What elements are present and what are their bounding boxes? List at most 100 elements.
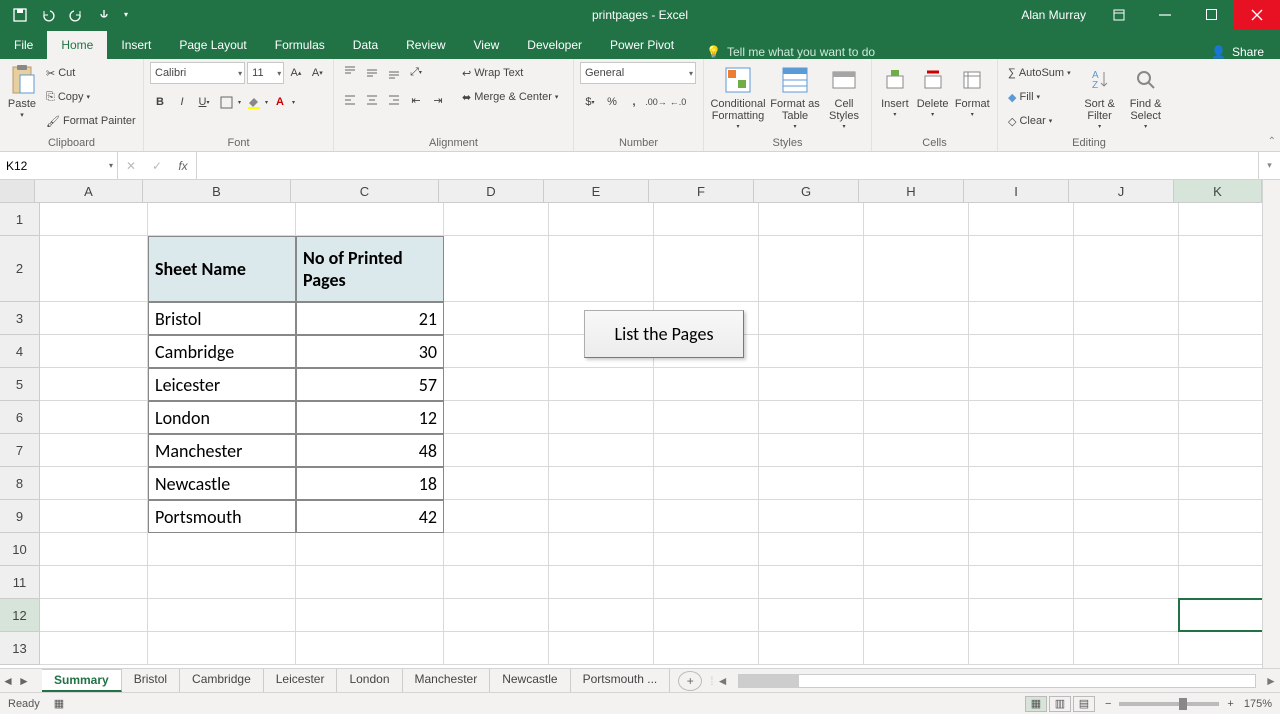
cell-pages-4[interactable]: 48 [296,434,444,467]
copy-button[interactable]: ⎘Copy▾ [42,86,140,108]
clear-button[interactable]: ◇Clear▾ [1004,110,1075,132]
row-header-7[interactable]: 7 [0,434,40,467]
paste-button[interactable]: Paste▾ [6,62,38,120]
increase-decimal-icon[interactable]: .00→ [646,92,666,112]
conditional-formatting-button[interactable]: Conditional Formatting▾ [710,62,766,131]
tab-data[interactable]: Data [339,31,392,59]
redo-icon[interactable] [64,3,88,27]
name-box[interactable]: K12▾ [0,152,118,179]
align-middle-icon[interactable] [362,62,382,82]
row-header-10[interactable]: 10 [0,533,40,566]
row-header-2[interactable]: 2 [0,236,40,302]
align-top-icon[interactable] [340,62,360,82]
page-layout-view-icon[interactable]: ▥ [1049,696,1071,712]
border-button[interactable] [216,92,236,112]
fill-button[interactable]: ◆Fill▾ [1004,86,1075,108]
sort-filter-button[interactable]: AZSort & Filter▾ [1079,62,1121,131]
font-size-combo[interactable]: 11▾ [247,62,284,84]
col-header-B[interactable]: B [143,180,291,203]
close-icon[interactable] [1234,0,1280,29]
expand-formula-bar-icon[interactable]: ▾ [1258,152,1280,179]
tab-scroll-left-icon[interactable]: ◄ [0,674,16,688]
decrease-decimal-icon[interactable]: ←.0 [668,92,688,112]
tab-power-pivot[interactable]: Power Pivot [596,31,688,59]
col-header-G[interactable]: G [754,180,859,203]
new-sheet-button[interactable]: + [678,671,702,691]
row-header-1[interactable]: 1 [0,203,40,236]
col-header-H[interactable]: H [859,180,964,203]
row-header-9[interactable]: 9 [0,500,40,533]
select-all-triangle[interactable] [0,180,35,203]
cell-name-5[interactable]: Newcastle [148,467,296,500]
enter-formula-icon[interactable]: ✓ [144,159,170,173]
sheet-tab-bristol[interactable]: Bristol [122,669,180,692]
fill-color-button[interactable] [243,92,263,112]
zoom-in-icon[interactable]: + [1227,698,1233,710]
cell-pages-5[interactable]: 18 [296,467,444,500]
col-header-J[interactable]: J [1069,180,1174,203]
col-header-A[interactable]: A [35,180,143,203]
fx-icon[interactable]: fx [170,159,196,173]
cell-name-3[interactable]: London [148,401,296,434]
tab-page-layout[interactable]: Page Layout [165,31,260,59]
cell-header-pages[interactable]: No of Printed Pages [296,236,444,302]
cell-pages-3[interactable]: 12 [296,401,444,434]
cell-styles-button[interactable]: Cell Styles▾ [824,62,864,131]
number-format-combo[interactable]: General▾ [580,62,696,84]
undo-icon[interactable] [36,3,60,27]
formula-input[interactable] [197,152,1258,179]
align-right-icon[interactable] [384,90,404,110]
col-header-C[interactable]: C [291,180,439,203]
maximize-icon[interactable] [1188,0,1234,29]
autosum-button[interactable]: ∑AutoSum▾ [1004,62,1075,84]
orientation-icon[interactable]: ⤢▾ [406,62,426,82]
font-color-button[interactable]: A [270,92,290,112]
cell-pages-0[interactable]: 21 [296,302,444,335]
tab-scroll-right-icon[interactable]: ► [16,674,32,688]
sheet-tab-summary[interactable]: Summary [42,669,122,692]
col-header-D[interactable]: D [439,180,544,203]
cell-pages-6[interactable]: 42 [296,500,444,533]
col-header-E[interactable]: E [544,180,649,203]
hscroll-right-icon[interactable]: ► [1262,674,1280,688]
row-header-4[interactable]: 4 [0,335,40,368]
row-header-3[interactable]: 3 [0,302,40,335]
qat-customize-icon[interactable]: ▾ [120,3,132,27]
row-header-6[interactable]: 6 [0,401,40,434]
cell-name-0[interactable]: Bristol [148,302,296,335]
cell-header-sheetname[interactable]: Sheet Name [148,236,296,302]
increase-indent-icon[interactable]: ⇥ [428,90,448,110]
list-pages-macro-button[interactable]: List the Pages [584,310,744,358]
decrease-font-icon[interactable]: A▾ [308,63,327,83]
touch-mode-icon[interactable] [92,3,116,27]
format-painter-button[interactable]: 🖌Format Painter [42,110,140,132]
vertical-scrollbar[interactable] [1262,180,1280,668]
cell-name-1[interactable]: Cambridge [148,335,296,368]
format-cells-button[interactable]: Format▾ [954,62,992,119]
zoom-slider[interactable] [1119,702,1219,706]
cut-button[interactable]: ✂Cut [42,62,140,84]
tell-me-search[interactable]: 💡 Tell me what you want to do [698,45,883,59]
increase-font-icon[interactable]: A▴ [286,63,305,83]
horizontal-scrollbar[interactable] [738,674,1256,688]
underline-button[interactable]: U▾ [194,92,214,112]
comma-format-icon[interactable]: , [624,92,644,112]
merge-center-button[interactable]: ⬌Merge & Center▾ [458,86,562,108]
tab-review[interactable]: Review [392,31,459,59]
cell-name-6[interactable]: Portsmouth [148,500,296,533]
sheet-tab-cambridge[interactable]: Cambridge [180,669,264,692]
macro-record-icon[interactable]: ▦ [54,697,64,710]
accounting-format-icon[interactable]: $▾ [580,92,600,112]
tab-view[interactable]: View [460,31,514,59]
format-as-table-button[interactable]: Format as Table▾ [770,62,820,131]
align-bottom-icon[interactable] [384,62,404,82]
tab-formulas[interactable]: Formulas [261,31,339,59]
row-header-11[interactable]: 11 [0,566,40,599]
row-header-5[interactable]: 5 [0,368,40,401]
page-break-view-icon[interactable]: ▤ [1073,696,1095,712]
align-left-icon[interactable] [340,90,360,110]
col-header-I[interactable]: I [964,180,1069,203]
minimize-icon[interactable] [1142,0,1188,29]
row-header-13[interactable]: 13 [0,632,40,665]
italic-button[interactable]: I [172,92,192,112]
